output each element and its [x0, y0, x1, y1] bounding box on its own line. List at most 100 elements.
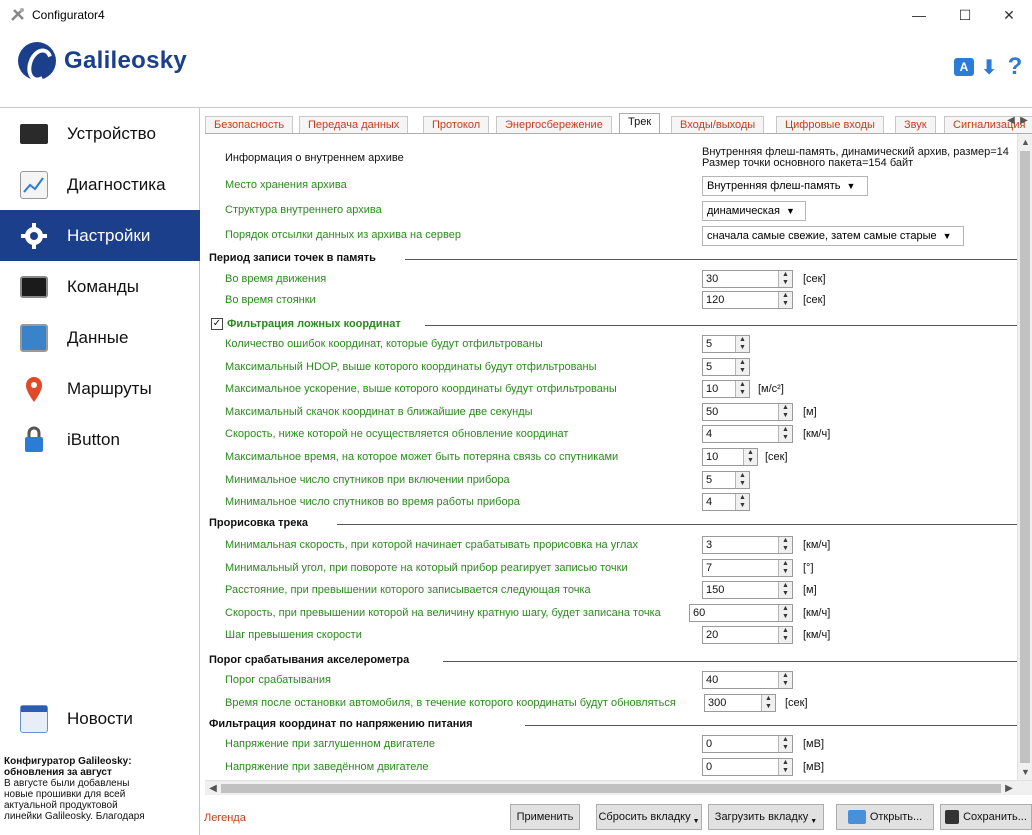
setting-label: Скорость, ниже которой не осуществляется… — [225, 428, 569, 441]
accel-threshold-input[interactable]: 40 ▲ ▼ — [702, 671, 793, 689]
sidebar-item-ibutton[interactable]: iButton — [0, 414, 200, 465]
legend-link[interactable]: Легенда — [204, 812, 246, 824]
tab-protocol[interactable]: Протокол — [423, 116, 490, 133]
tab-data-transfer[interactable]: Передача данных — [299, 116, 409, 133]
tab-track[interactable]: Трек — [619, 113, 661, 133]
setting-input[interactable]: 150 ▲ ▼ — [702, 581, 793, 600]
setting-input[interactable]: 10 ▲ ▼ — [702, 448, 758, 466]
scroll-up-icon[interactable]: ▲ — [1018, 134, 1032, 150]
setting-input[interactable]: 10 ▲ ▼ — [702, 380, 750, 399]
period-parking-input[interactable]: 120 ▲ ▼ — [702, 291, 793, 309]
structure-label: Структура внутреннего архива — [225, 204, 382, 216]
horizontal-scrollbar[interactable]: ◀ ▶ — [205, 780, 1032, 795]
close-button[interactable]: ✕ — [986, 0, 1032, 30]
spin-arrows-icon[interactable]: ▲ ▼ — [778, 759, 792, 775]
setting-row: Минимальное число спутников при включени… — [205, 470, 1017, 492]
track-settings-panel: Информация о внутреннем архиве Внутрення… — [205, 134, 1017, 780]
structure-select[interactable]: динамическая ▼ — [702, 201, 806, 221]
setting-input[interactable]: 60 ▲ ▼ — [689, 603, 793, 622]
horizontal-scroll-thumb[interactable] — [221, 784, 1001, 793]
voltage-off-input[interactable]: 0 ▲ ▼ — [702, 735, 793, 753]
setting-input[interactable]: 5 ▲ ▼ — [702, 335, 750, 353]
tab-power-saving[interactable]: Энергосбережение — [496, 116, 612, 133]
apply-button[interactable]: Применить — [510, 804, 580, 830]
setting-row: Максимальное ускорение, выше которого ко… — [205, 379, 1017, 401]
storage-select[interactable]: Внутренняя флеш-память ▼ — [702, 176, 868, 196]
save-button[interactable]: Сохранить... — [940, 804, 1032, 830]
spin-arrows-icon[interactable]: ▲ ▼ — [778, 582, 792, 599]
spin-arrows-icon[interactable]: ▲ ▼ — [778, 537, 792, 553]
sidebar-item-routes[interactable]: Маршруты — [0, 363, 200, 414]
setting-label: Скорость, при превышении которой на вели… — [225, 606, 661, 619]
help-glyph: ? — [1007, 53, 1023, 80]
section-divider — [525, 725, 1017, 726]
sidebar-item-commands[interactable]: Команды — [0, 261, 200, 312]
spin-arrows-icon[interactable]: ▲ ▼ — [761, 695, 775, 711]
spin-arrows-icon[interactable]: ▲ ▼ — [778, 292, 792, 308]
tab-security[interactable]: Безопасность — [205, 116, 294, 133]
voltage-on-row: Напряжение при заведённом двигателе 0 ▲ ▼… — [205, 757, 1017, 779]
setting-input[interactable]: 50 ▲ ▼ — [702, 402, 793, 421]
spin-arrows-icon[interactable]: ▲ ▼ — [778, 672, 792, 688]
maximize-button[interactable]: ☐ — [942, 0, 988, 30]
period-moving-input[interactable]: 30 ▲ ▼ — [702, 270, 793, 288]
sidebar-item-label: Новости — [67, 708, 133, 728]
accel-stop-input[interactable]: 300 ▲ ▼ — [704, 694, 776, 712]
spin-arrows-icon[interactable]: ▲ ▼ — [735, 381, 749, 398]
setting-value: 5 — [706, 338, 713, 350]
spin-arrows-icon[interactable]: ▲ ▼ — [778, 736, 792, 752]
setting-value: 10 — [706, 451, 719, 463]
sidebar-item-device[interactable]: Устройство — [0, 108, 200, 159]
spin-arrows-icon[interactable]: ▲ ▼ — [735, 471, 749, 488]
setting-value: 7 — [706, 561, 713, 574]
reset-tab-button[interactable]: Сбросить вкладку ▼ — [596, 804, 702, 830]
scroll-right-icon[interactable]: ▶ — [1001, 781, 1017, 796]
open-button[interactable]: Открыть... — [836, 804, 934, 830]
scroll-left-icon[interactable]: ◀ — [205, 781, 221, 796]
sidebar-item-data[interactable]: Данные — [0, 312, 200, 363]
setting-input[interactable]: 7 ▲ ▼ — [702, 558, 793, 577]
spin-arrows-icon[interactable]: ▲ ▼ — [778, 559, 792, 576]
tab-scroll-right-icon[interactable]: ▶ — [1018, 115, 1030, 129]
spin-arrows-icon[interactable]: ▲ ▼ — [735, 358, 749, 375]
accel-threshold-label: Порог срабатывания — [225, 674, 331, 686]
tab-digital-inputs[interactable]: Цифровые входы — [776, 116, 884, 133]
setting-input[interactable]: 20 ▲ ▼ — [702, 626, 793, 645]
routes-icon — [20, 375, 48, 403]
tab-scroll-left-icon[interactable]: ◀ — [1005, 115, 1017, 129]
load-tab-button[interactable]: Загрузить вкладку ▼ — [708, 804, 824, 830]
spin-arrows-icon[interactable]: ▲ ▼ — [778, 271, 792, 287]
spin-arrows-icon[interactable]: ▲ ▼ — [778, 426, 792, 443]
spin-arrows-icon[interactable]: ▲ ▼ — [778, 627, 792, 644]
voltage-on-input[interactable]: 0 ▲ ▼ — [702, 758, 793, 776]
translate-icon[interactable]: A — [954, 58, 974, 76]
period-section-title: Период записи точек в память — [209, 252, 384, 264]
filter-section-title: Фильтрация ложных координат — [227, 318, 409, 330]
news-preview[interactable]: Конфигуратор Galileosky: обновления за а… — [4, 756, 196, 822]
spin-arrows-icon[interactable]: ▲ ▼ — [743, 449, 757, 465]
tab-sound[interactable]: Звук — [895, 116, 936, 133]
download-icon[interactable]: ⬇ — [978, 56, 1000, 79]
help-icon[interactable]: ? — [1004, 53, 1026, 80]
spin-arrows-icon[interactable]: ▲ ▼ — [735, 336, 749, 352]
minimize-button[interactable]: — — [896, 0, 942, 30]
filter-enable-checkbox[interactable]: ✓ — [211, 318, 223, 330]
setting-input[interactable]: 4 ▲ ▼ — [702, 425, 793, 444]
setting-input[interactable]: 4 ▲ ▼ — [702, 493, 750, 512]
voltage-off-row: Напряжение при заглушенном двигателе 0 ▲… — [205, 734, 1017, 756]
setting-input[interactable]: 5 ▲ ▼ — [702, 470, 750, 489]
spin-arrows-icon[interactable]: ▲ ▼ — [778, 403, 792, 420]
sidebar-item-diagnostics[interactable]: Диагностика — [0, 159, 200, 210]
spin-arrows-icon[interactable]: ▲ ▼ — [778, 604, 792, 621]
scroll-down-icon[interactable]: ▼ — [1018, 764, 1032, 780]
tab-inputs-outputs[interactable]: Входы/выходы — [671, 116, 765, 133]
sidebar-item-settings[interactable]: Настройки — [0, 210, 200, 261]
order-select[interactable]: сначала самые свежие, затем самые старые… — [702, 226, 964, 246]
spin-arrows-icon[interactable]: ▲ ▼ — [735, 494, 749, 511]
setting-input[interactable]: 3 ▲ ▼ — [702, 536, 793, 554]
setting-input[interactable]: 5 ▲ ▼ — [702, 357, 750, 376]
vertical-scrollbar[interactable]: ▲ ▼ — [1017, 134, 1032, 780]
sidebar-item-news[interactable]: Новости — [0, 693, 200, 744]
setting-value: 10 — [706, 383, 719, 396]
vertical-scroll-thumb[interactable] — [1020, 151, 1030, 763]
